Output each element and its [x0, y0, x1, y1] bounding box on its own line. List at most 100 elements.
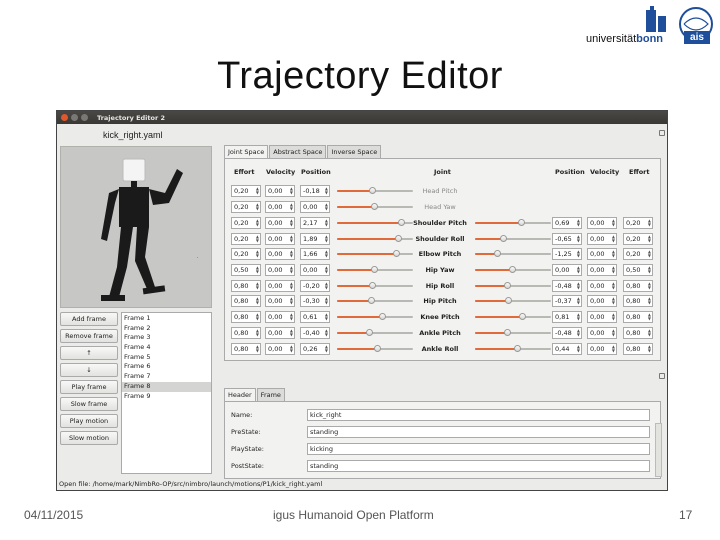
list-item-selected[interactable]: Frame 8	[122, 381, 211, 392]
spin-arrows-icon[interactable]: ▲ ▼	[325, 250, 328, 258]
left-effort-spinbox[interactable]: 0,80 ▲ ▼	[231, 327, 261, 339]
right-position-slider[interactable]	[475, 217, 551, 229]
left-position-spinbox[interactable]: 1,89 ▲ ▼	[300, 233, 330, 245]
list-item[interactable]: Frame 9	[122, 392, 211, 402]
slider-handle[interactable]	[366, 329, 373, 336]
spin-arrows-icon[interactable]: ▲ ▼	[325, 345, 328, 353]
spin-arrows-icon[interactable]: ▲ ▼	[577, 282, 580, 290]
move-frame-down-button[interactable]: ↓	[60, 363, 118, 377]
right-position-spinbox[interactable]: -0,65 ▲ ▼	[552, 233, 582, 245]
list-item[interactable]: Frame 7	[122, 372, 211, 382]
spin-arrows-icon[interactable]: ▲ ▼	[612, 297, 615, 305]
right-velocity-spinbox[interactable]: 0,00 ▲ ▼	[587, 343, 617, 355]
slider-handle[interactable]	[518, 219, 525, 226]
spin-arrows-icon[interactable]: ▲ ▼	[325, 282, 328, 290]
spin-arrows-icon[interactable]: ▲ ▼	[325, 235, 328, 243]
tab-abstract-space[interactable]: Abstract Space	[269, 145, 327, 158]
left-effort-spinbox[interactable]: 0,20 ▲ ▼	[231, 217, 261, 229]
slider-handle[interactable]	[505, 297, 512, 304]
slider-handle[interactable]	[369, 187, 376, 194]
right-position-slider[interactable]	[475, 280, 551, 292]
slider-handle[interactable]	[369, 282, 376, 289]
right-effort-spinbox[interactable]: 0,80 ▲ ▼	[623, 327, 653, 339]
spin-arrows-icon[interactable]: ▲ ▼	[290, 235, 293, 243]
maximize-icon[interactable]	[81, 114, 88, 121]
slider-handle[interactable]	[368, 297, 375, 304]
spin-arrows-icon[interactable]: ▲ ▼	[290, 313, 293, 321]
slider-handle[interactable]	[519, 313, 526, 320]
slow-frame-button[interactable]: Slow frame	[60, 397, 118, 411]
spin-arrows-icon[interactable]: ▲ ▼	[256, 266, 259, 274]
spin-arrows-icon[interactable]: ▲ ▼	[290, 187, 293, 195]
right-position-spinbox[interactable]: -0,48 ▲ ▼	[552, 327, 582, 339]
left-velocity-spinbox[interactable]: 0,00 ▲ ▼	[265, 343, 295, 355]
right-position-spinbox[interactable]: -0,37 ▲ ▼	[552, 295, 582, 307]
spin-arrows-icon[interactable]: ▲ ▼	[648, 313, 651, 321]
spin-arrows-icon[interactable]: ▲ ▼	[577, 329, 580, 337]
spin-arrows-icon[interactable]: ▲ ▼	[325, 219, 328, 227]
right-position-spinbox[interactable]: 0,69 ▲ ▼	[552, 217, 582, 229]
undock-icon[interactable]	[659, 373, 665, 379]
left-velocity-spinbox[interactable]: 0,00 ▲ ▼	[265, 217, 295, 229]
spin-arrows-icon[interactable]: ▲ ▼	[577, 345, 580, 353]
slider-handle[interactable]	[504, 329, 511, 336]
spin-arrows-icon[interactable]: ▲ ▼	[612, 266, 615, 274]
move-frame-up-button[interactable]: ↑	[60, 346, 118, 360]
tab-header[interactable]: Header	[224, 388, 256, 401]
name-field[interactable]: kick_right	[307, 409, 650, 421]
spin-arrows-icon[interactable]: ▲ ▼	[325, 297, 328, 305]
playstate-field[interactable]: kicking	[307, 443, 650, 455]
right-velocity-spinbox[interactable]: 0,00 ▲ ▼	[587, 311, 617, 323]
spin-arrows-icon[interactable]: ▲ ▼	[256, 250, 259, 258]
right-position-slider[interactable]	[475, 248, 551, 260]
left-effort-spinbox[interactable]: 0,20 ▲ ▼	[231, 201, 261, 213]
spin-arrows-icon[interactable]: ▲ ▼	[256, 282, 259, 290]
right-position-slider[interactable]	[475, 327, 551, 339]
right-effort-spinbox[interactable]: 0,80 ▲ ▼	[623, 343, 653, 355]
slider-handle[interactable]	[494, 250, 501, 257]
spin-arrows-icon[interactable]: ▲ ▼	[325, 266, 328, 274]
left-velocity-spinbox[interactable]: 0,00 ▲ ▼	[265, 295, 295, 307]
spin-arrows-icon[interactable]: ▲ ▼	[648, 345, 651, 353]
left-position-spinbox[interactable]: -0,18 ▲ ▼	[300, 185, 330, 197]
right-velocity-spinbox[interactable]: 0,00 ▲ ▼	[587, 264, 617, 276]
spin-arrows-icon[interactable]: ▲ ▼	[612, 345, 615, 353]
left-velocity-spinbox[interactable]: 0,00 ▲ ▼	[265, 233, 295, 245]
left-velocity-spinbox[interactable]: 0,00 ▲ ▼	[265, 311, 295, 323]
list-item[interactable]: Frame 4	[122, 343, 211, 353]
right-effort-spinbox[interactable]: 0,80 ▲ ▼	[623, 295, 653, 307]
left-velocity-spinbox[interactable]: 0,00 ▲ ▼	[265, 264, 295, 276]
left-velocity-spinbox[interactable]: 0,00 ▲ ▼	[265, 327, 295, 339]
frame-list[interactable]: Frame 1 Frame 2 Frame 3 Frame 4 Frame 5 …	[121, 312, 212, 474]
left-position-spinbox[interactable]: -0,40 ▲ ▼	[300, 327, 330, 339]
left-effort-spinbox[interactable]: 0,50 ▲ ▼	[231, 264, 261, 276]
slow-motion-button[interactable]: Slow motion	[60, 431, 118, 445]
list-item[interactable]: Frame 6	[122, 362, 211, 372]
add-frame-button[interactable]: Add frame	[60, 312, 118, 326]
right-effort-spinbox[interactable]: 0,20 ▲ ▼	[623, 248, 653, 260]
spin-arrows-icon[interactable]: ▲ ▼	[256, 329, 259, 337]
prestate-field[interactable]: standing	[307, 426, 650, 438]
spin-arrows-icon[interactable]: ▲ ▼	[290, 345, 293, 353]
play-frame-button[interactable]: Play frame	[60, 380, 118, 394]
slider-handle[interactable]	[371, 203, 378, 210]
minimize-icon[interactable]	[71, 114, 78, 121]
right-effort-spinbox[interactable]: 0,20 ▲ ▼	[623, 217, 653, 229]
left-effort-spinbox[interactable]: 0,80 ▲ ▼	[231, 280, 261, 292]
right-position-slider[interactable]	[475, 311, 551, 323]
spin-arrows-icon[interactable]: ▲ ▼	[612, 282, 615, 290]
spin-arrows-icon[interactable]: ▲ ▼	[256, 345, 259, 353]
spin-arrows-icon[interactable]: ▲ ▼	[256, 235, 259, 243]
spin-arrows-icon[interactable]: ▲ ▼	[256, 297, 259, 305]
right-position-slider[interactable]	[475, 233, 551, 245]
slider-handle[interactable]	[514, 345, 521, 352]
list-item[interactable]: Frame 1	[122, 314, 211, 324]
right-velocity-spinbox[interactable]: 0,00 ▲ ▼	[587, 295, 617, 307]
slider-handle[interactable]	[393, 250, 400, 257]
right-position-spinbox[interactable]: 0,44 ▲ ▼	[552, 343, 582, 355]
spin-arrows-icon[interactable]: ▲ ▼	[612, 219, 615, 227]
spin-arrows-icon[interactable]: ▲ ▼	[577, 235, 580, 243]
right-position-spinbox[interactable]: -0,48 ▲ ▼	[552, 280, 582, 292]
spin-arrows-icon[interactable]: ▲ ▼	[577, 219, 580, 227]
right-position-spinbox[interactable]: 0,81 ▲ ▼	[552, 311, 582, 323]
